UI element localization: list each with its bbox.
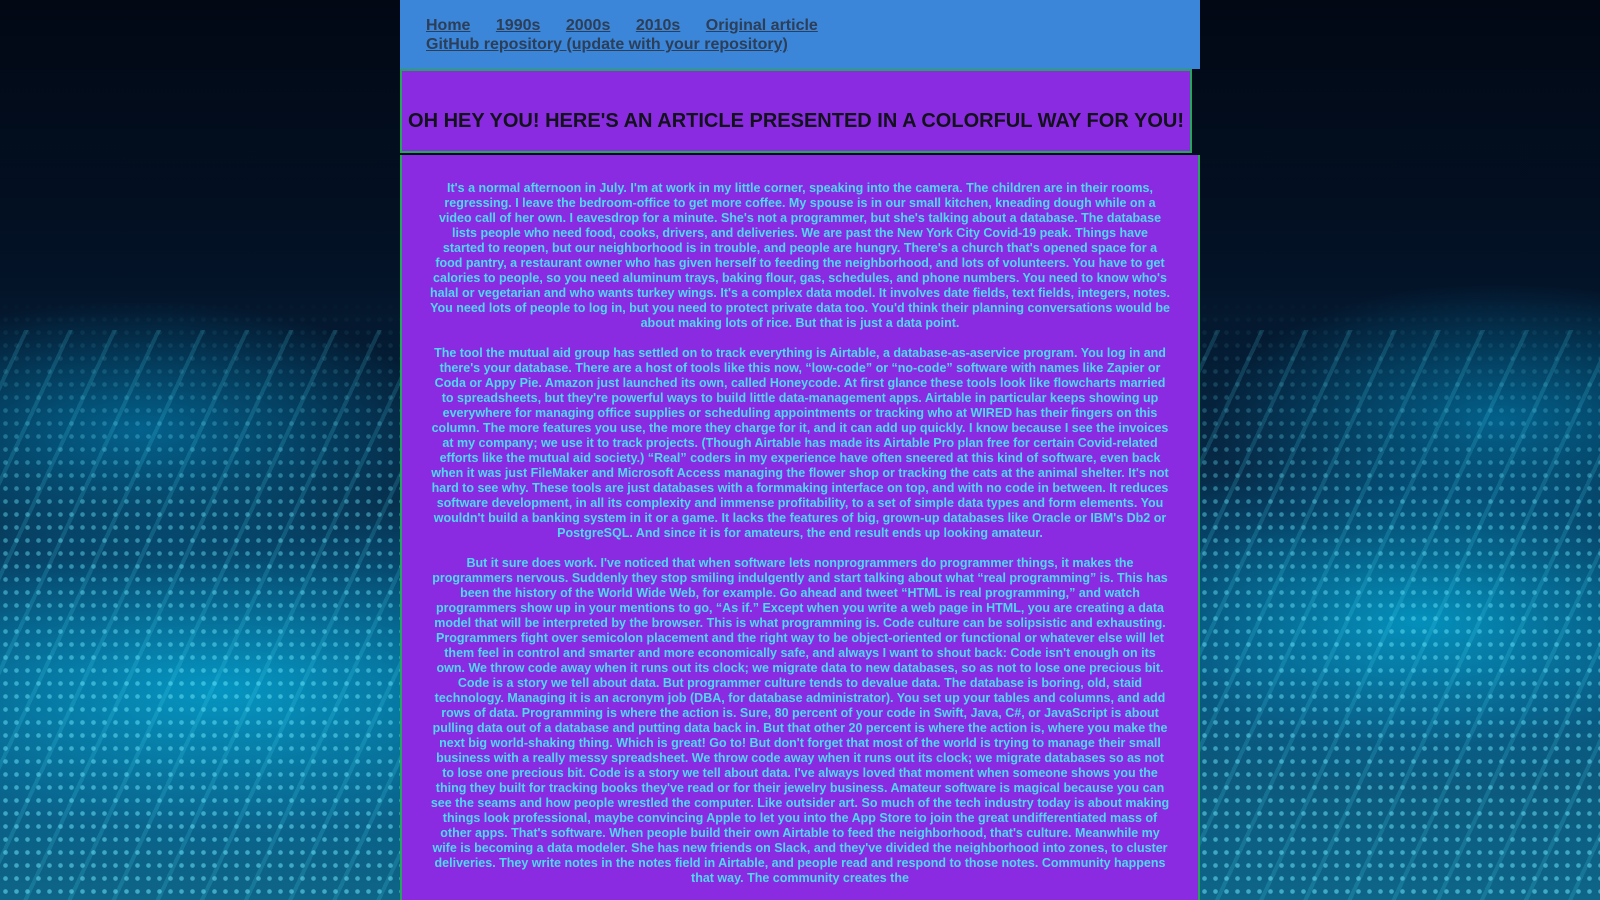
nav-repo-row: GitHub repository (update with your repo… [426, 35, 1200, 54]
nav-link-home[interactable]: Home [426, 17, 470, 34]
top-navigation: Home 1990s 2000s 2010s Original article … [400, 0, 1200, 69]
nav-link-github-repository[interactable]: GitHub repository (update with your repo… [426, 36, 788, 53]
nav-link-2010s[interactable]: 2010s [636, 17, 681, 34]
nav-link-2000s[interactable]: 2000s [566, 17, 611, 34]
nav-link-1990s[interactable]: 1990s [496, 17, 541, 34]
article-paragraph: But it sure does work. I've noticed that… [430, 556, 1170, 885]
nav-link-original-article[interactable]: Original article [706, 17, 818, 34]
page-container: Home 1990s 2000s 2010s Original article … [400, 0, 1200, 900]
nav-links-row: Home 1990s 2000s 2010s Original article [426, 16, 1200, 35]
article-body: It's a normal afternoon in July. I'm at … [400, 155, 1200, 900]
article-paragraph: The tool the mutual aid group has settle… [431, 346, 1169, 540]
page-title: OH HEY YOU! HERE'S AN ARTICLE PRESENTED … [408, 110, 1184, 132]
article-paragraph: It's a normal afternoon in July. I'm at … [430, 181, 1170, 330]
title-banner: OH HEY YOU! HERE'S AN ARTICLE PRESENTED … [400, 69, 1192, 153]
